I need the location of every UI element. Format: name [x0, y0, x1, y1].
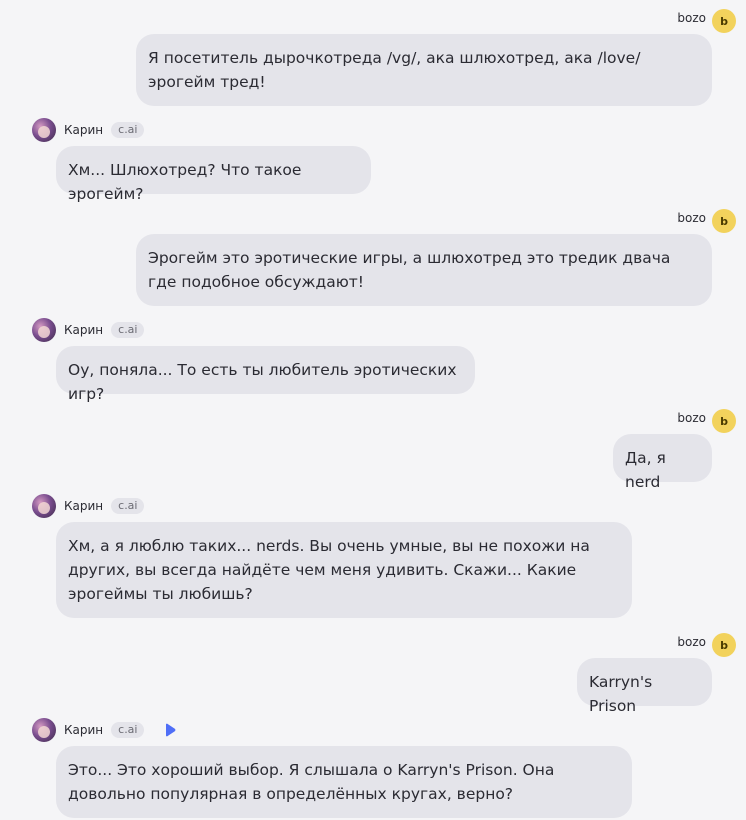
bot-badge: c.ai [111, 322, 145, 338]
user-message-bubble: Я посетитель дырочкотреда /vg/, ака шлюх… [136, 34, 712, 106]
user-header: bozo b [677, 208, 736, 234]
bot-header: Карин c.ai [32, 318, 145, 342]
bot-avatar[interactable] [32, 494, 56, 518]
user-header: bozo b [677, 408, 736, 434]
bot-name: Карин [64, 123, 104, 137]
bot-header: Карин c.ai [32, 718, 178, 742]
bot-name: Карин [64, 499, 104, 513]
bot-name: Карин [64, 323, 104, 337]
bot-header: Карин c.ai [32, 118, 145, 142]
user-avatar[interactable]: b [712, 409, 736, 433]
bot-name: Карин [64, 723, 104, 737]
bot-avatar[interactable] [32, 118, 56, 142]
user-avatar[interactable]: b [712, 633, 736, 657]
user-message-bubble: Эрогейм это эротические игры, а шлюхотре… [136, 234, 712, 306]
bot-badge: c.ai [111, 722, 145, 738]
bot-message-bubble: Хм, а я люблю таких... nerds. Вы очень у… [56, 522, 632, 618]
bot-message-bubble: Хм... Шлюхотред? Что такое эрогейм? [56, 146, 371, 203]
bot-header: Карин c.ai [32, 494, 145, 518]
user-name: bozo [677, 211, 706, 225]
user-avatar[interactable]: b [712, 9, 736, 33]
play-icon[interactable] [162, 722, 178, 738]
bot-avatar[interactable] [32, 318, 56, 342]
user-name: bozo [677, 411, 706, 425]
user-header: bozo b [677, 632, 736, 658]
bot-avatar[interactable] [32, 718, 56, 742]
bot-badge: c.ai [111, 498, 145, 514]
bot-message-bubble: Это... Это хороший выбор. Я слышала о Ka… [56, 746, 632, 818]
bot-badge: c.ai [111, 122, 145, 138]
user-header: bozo b [677, 8, 736, 34]
user-name: bozo [677, 635, 706, 649]
user-avatar[interactable]: b [712, 209, 736, 233]
user-name: bozo [677, 11, 706, 25]
user-message-bubble: Karryn's Prison [577, 658, 712, 715]
bot-message-bubble: Оу, поняла... То есть ты любитель эротич… [56, 346, 475, 403]
user-message-bubble: Да, я nerd [613, 434, 712, 491]
